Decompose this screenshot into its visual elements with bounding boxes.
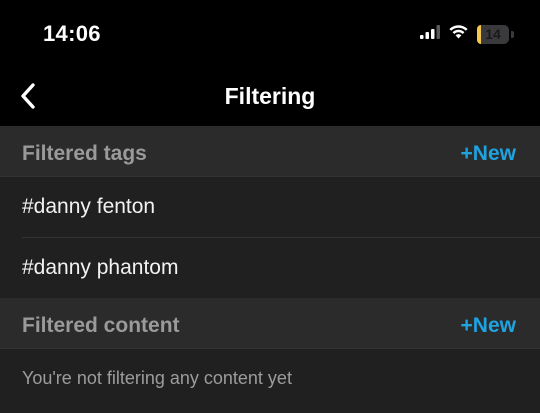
status-icons: 14 <box>420 24 514 44</box>
battery-level: 14 <box>485 26 501 42</box>
filtered-tag-label: #danny fenton <box>22 195 156 218</box>
filtered-tag-row[interactable]: #danny fenton <box>0 177 540 237</box>
filtered-tag-row[interactable]: #danny phantom <box>0 238 540 298</box>
status-bar: 14:06 14 <box>0 0 540 70</box>
empty-state-text: You're not filtering any content yet <box>22 368 292 388</box>
filtered-tag-label: #danny phantom <box>22 256 179 279</box>
filtered-content-title: Filtered content <box>22 314 180 337</box>
filtered-tags-title: Filtered tags <box>22 142 147 165</box>
filtering-content: Filtered tags +New #danny fenton #danny … <box>0 126 540 413</box>
status-time: 14:06 <box>43 21 101 46</box>
filtered-tags-header: Filtered tags +New <box>0 126 540 177</box>
battery-icon: 14 <box>477 24 509 44</box>
signal-bars-icon <box>420 24 440 44</box>
battery-cap <box>511 30 514 38</box>
new-tag-button[interactable]: +New <box>461 142 516 166</box>
page-title: Filtering <box>224 83 316 109</box>
nav-bar: Filtering <box>0 70 540 126</box>
wifi-icon <box>448 24 469 44</box>
new-content-button[interactable]: +New <box>461 314 516 338</box>
filtered-content-header: Filtered content +New <box>0 298 540 349</box>
divider <box>0 348 540 349</box>
